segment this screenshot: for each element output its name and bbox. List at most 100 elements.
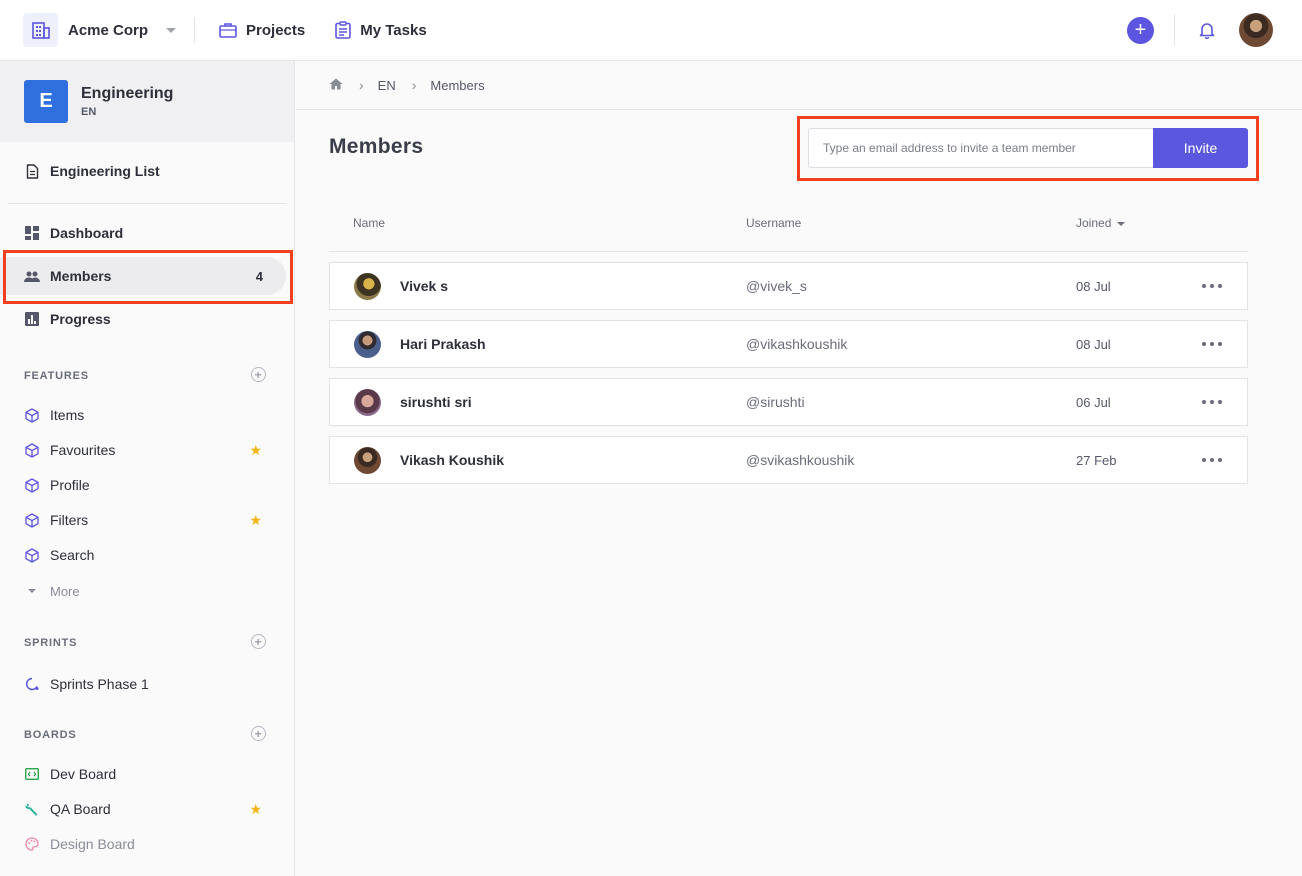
nav-projects[interactable]: Projects bbox=[219, 22, 305, 39]
more-options-icon[interactable] bbox=[1202, 453, 1222, 467]
cube-icon bbox=[24, 547, 40, 563]
more-label: More bbox=[50, 583, 80, 599]
sidebar-item-label: Filters bbox=[50, 512, 89, 528]
sidebar-item-label: Sprints Phase 1 bbox=[50, 676, 149, 692]
member-username: @sirushti bbox=[746, 394, 805, 410]
table-row[interactable]: Hari Prakash @vikashkoushik 08 Jul bbox=[329, 320, 1248, 368]
add-button[interactable]: + bbox=[1127, 16, 1154, 44]
sidebar-item-label: Dev Board bbox=[50, 766, 117, 782]
breadcrumb-current: Members bbox=[430, 77, 485, 93]
avatar bbox=[354, 389, 381, 416]
sidebar-item-label: Favourites bbox=[50, 442, 116, 458]
sidebar: E Engineering EN Engineering List Dashbo… bbox=[0, 61, 295, 876]
sidebar-item-label: Engineering List bbox=[50, 163, 160, 179]
sidebar-item-profile[interactable]: Profile bbox=[0, 470, 286, 500]
sidebar-item-label: Items bbox=[50, 407, 85, 423]
briefcase-icon bbox=[219, 23, 237, 38]
section-title: FEATURES bbox=[24, 370, 89, 382]
breadcrumb-team[interactable]: EN bbox=[378, 78, 396, 93]
team-name: Engineering bbox=[81, 85, 174, 102]
caret-down-icon bbox=[166, 27, 177, 33]
caret-down-icon bbox=[24, 583, 40, 599]
org-name: Acme Corp bbox=[68, 21, 149, 39]
sidebar-item-label: Design Board bbox=[50, 836, 135, 852]
member-username: @svikashkoushik bbox=[746, 452, 855, 468]
member-username: @vivek_s bbox=[746, 278, 807, 294]
dashboard-icon bbox=[24, 225, 40, 241]
palette-icon bbox=[24, 836, 40, 852]
star-icon[interactable]: ★ bbox=[249, 801, 262, 818]
table-row[interactable]: Vikash Koushik @svikashkoushik 27 Feb bbox=[329, 436, 1248, 484]
sprint-cycle-icon bbox=[24, 676, 40, 692]
column-header-joined-label: Joined bbox=[1076, 216, 1112, 230]
sidebar-item-progress[interactable]: Progress bbox=[0, 304, 286, 334]
member-name: Vikash Koushik bbox=[400, 452, 505, 468]
add-board-icon[interactable]: + bbox=[251, 726, 266, 741]
sidebar-more-toggle[interactable]: More bbox=[0, 576, 286, 606]
divider bbox=[8, 203, 286, 204]
features-section-header: FEATURES + bbox=[24, 367, 266, 382]
nav-my-tasks-label: My Tasks bbox=[360, 21, 427, 39]
wrench-icon bbox=[24, 801, 40, 817]
clipboard-icon bbox=[335, 21, 352, 39]
document-icon bbox=[24, 163, 40, 179]
chart-icon bbox=[24, 311, 40, 327]
sidebar-item-label: QA Board bbox=[50, 801, 111, 817]
sidebar-item-search[interactable]: Search bbox=[0, 540, 286, 570]
user-avatar[interactable] bbox=[1239, 13, 1273, 47]
table-row[interactable]: Vivek s @vivek_s 08 Jul bbox=[329, 262, 1248, 310]
star-icon[interactable]: ★ bbox=[249, 442, 262, 459]
sidebar-item-filters[interactable]: Filters ★ bbox=[0, 505, 286, 535]
sidebar-item-dashboard[interactable]: Dashboard bbox=[0, 218, 286, 248]
code-board-icon bbox=[24, 766, 40, 782]
team-header[interactable]: E Engineering EN bbox=[0, 61, 294, 142]
notifications-bell-icon[interactable] bbox=[1197, 20, 1217, 40]
sidebar-item-design-board[interactable]: Design Board bbox=[0, 829, 286, 859]
add-sprint-icon[interactable]: + bbox=[251, 634, 266, 649]
sidebar-item-engineering-list[interactable]: Engineering List bbox=[0, 156, 286, 186]
sidebar-item-sprints-phase-1[interactable]: Sprints Phase 1 bbox=[0, 669, 286, 699]
divider bbox=[1174, 14, 1175, 46]
column-header-name: Name bbox=[353, 216, 386, 230]
sidebar-item-dev-board[interactable]: Dev Board bbox=[0, 759, 286, 789]
more-options-icon[interactable] bbox=[1202, 395, 1222, 409]
star-icon[interactable]: ★ bbox=[249, 512, 262, 529]
avatar bbox=[354, 273, 381, 300]
member-joined: 27 Feb bbox=[1076, 452, 1117, 468]
chevron-right-icon: › bbox=[359, 77, 364, 93]
more-options-icon[interactable] bbox=[1202, 337, 1222, 351]
sidebar-item-qa-board[interactable]: QA Board ★ bbox=[0, 794, 286, 824]
sidebar-item-label: Progress bbox=[50, 311, 111, 327]
building-icon bbox=[23, 13, 58, 47]
plus-icon: + bbox=[1134, 19, 1147, 41]
divider bbox=[194, 17, 196, 43]
cube-icon bbox=[24, 512, 40, 528]
breadcrumb: › EN › Members bbox=[296, 61, 1302, 110]
avatar bbox=[354, 331, 381, 358]
sort-caret-down-icon bbox=[1117, 221, 1126, 226]
column-header-joined[interactable]: Joined bbox=[1076, 216, 1126, 230]
nav-projects-label: Projects bbox=[246, 21, 306, 39]
member-username: @vikashkoushik bbox=[746, 336, 848, 352]
more-options-icon[interactable] bbox=[1202, 279, 1222, 293]
member-name: Vivek s bbox=[400, 278, 449, 294]
add-feature-icon[interactable]: + bbox=[251, 367, 266, 382]
cube-icon bbox=[24, 442, 40, 458]
member-joined: 06 Jul bbox=[1076, 394, 1111, 410]
nav-my-tasks[interactable]: My Tasks bbox=[335, 21, 427, 39]
boards-section-header: BOARDS + bbox=[24, 726, 266, 741]
sidebar-item-items[interactable]: Items bbox=[0, 400, 286, 430]
org-switcher[interactable]: Acme Corp bbox=[23, 12, 177, 48]
home-icon[interactable] bbox=[329, 78, 343, 93]
sidebar-item-favourites[interactable]: Favourites ★ bbox=[0, 435, 286, 465]
cube-icon bbox=[24, 477, 40, 493]
member-name: sirushti sri bbox=[400, 394, 472, 410]
sidebar-item-label: Dashboard bbox=[50, 225, 124, 241]
chevron-right-icon: › bbox=[411, 77, 417, 93]
table-row[interactable]: sirushti sri @sirushti 06 Jul bbox=[329, 378, 1248, 426]
avatar bbox=[354, 447, 381, 474]
team-badge: E bbox=[24, 80, 68, 123]
sprints-section-header: SPRINTS + bbox=[24, 634, 266, 649]
page-title: Members bbox=[329, 135, 424, 158]
member-name: Hari Prakash bbox=[400, 336, 486, 352]
